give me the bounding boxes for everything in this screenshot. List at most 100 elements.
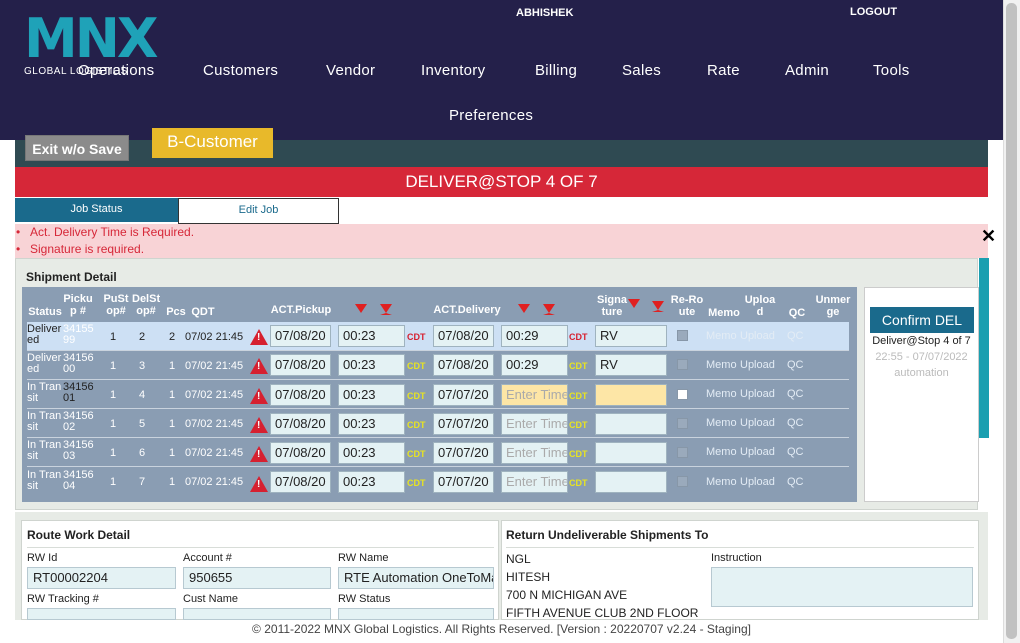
close-icon[interactable]: ✕ [981, 226, 996, 247]
upload-link[interactable]: Upload [740, 330, 775, 342]
delivery-time-input[interactable]: 00:29 [501, 325, 568, 347]
signature-input[interactable] [595, 442, 667, 464]
b-customer-button[interactable]: B-Customer [152, 128, 273, 158]
row-pcs: 1 [169, 447, 176, 459]
memo-link[interactable]: Memo [706, 446, 737, 458]
qc-link[interactable]: QC [787, 359, 804, 371]
row-pickup-number[interactable]: 34156 02 [63, 411, 97, 433]
route-work-title: Route Work Detail [27, 528, 131, 542]
warning-icon [250, 388, 268, 404]
qc-link[interactable]: QC [787, 330, 804, 342]
pickup-time-input[interactable]: 00:23 [338, 354, 405, 376]
rw-status-field[interactable] [338, 608, 494, 620]
menu-billing[interactable]: Billing [535, 62, 577, 79]
rw-id-field[interactable]: RT00002204 [27, 567, 176, 589]
pickup-timezone: CDT [407, 478, 426, 488]
exit-without-save-button[interactable]: Exit w/o Save [25, 135, 129, 161]
delivery-time-input[interactable]: 00:29 [501, 354, 568, 376]
delivery-date-input[interactable]: 07/08/20 [433, 354, 494, 376]
delivery-date-input[interactable]: 07/07/20 [433, 384, 494, 406]
menu-tools[interactable]: Tools [873, 62, 910, 79]
sort-down-icon[interactable] [355, 304, 367, 313]
memo-link[interactable]: Memo [706, 388, 737, 400]
reroute-checkbox[interactable] [677, 389, 688, 400]
menu-vendor[interactable]: Vendor [326, 62, 375, 79]
upload-link[interactable]: Upload [740, 446, 775, 458]
delivery-time-input[interactable]: Enter Time [501, 413, 568, 435]
sort-down-icon[interactable] [543, 304, 555, 315]
pickup-date-input[interactable]: 07/08/20 [270, 354, 331, 376]
upload-link[interactable]: Upload [740, 476, 775, 488]
qc-link[interactable]: QC [787, 417, 804, 429]
memo-link[interactable]: Memo [706, 359, 737, 371]
pickup-date-input[interactable]: 07/08/20 [270, 384, 331, 406]
pickup-time-input[interactable]: 00:23 [338, 471, 405, 493]
confirm-del-button[interactable]: Confirm DEL [870, 307, 974, 333]
pickup-date-input[interactable]: 07/08/20 [270, 471, 331, 493]
menu-sales[interactable]: Sales [622, 62, 661, 79]
pickup-time-input[interactable]: 00:23 [338, 442, 405, 464]
rw-tracking-field[interactable] [27, 608, 176, 620]
reroute-checkbox[interactable] [677, 359, 688, 370]
signature-input[interactable] [595, 471, 667, 493]
menu-customers[interactable]: Customers [203, 62, 278, 79]
rw-name-field[interactable]: RTE Automation OneToMany [338, 567, 494, 589]
sort-down-icon[interactable] [380, 304, 392, 315]
tab-job-status[interactable]: Job Status [15, 198, 178, 222]
delivery-date-input[interactable]: 07/07/20 [433, 471, 494, 493]
return-address-line: HITESH [506, 570, 551, 584]
account-field[interactable]: 950655 [183, 567, 331, 589]
pickup-date-input[interactable]: 07/08/20 [270, 442, 331, 464]
delivery-date-input[interactable]: 07/08/20 [433, 325, 494, 347]
menu-operations[interactable]: Operations [78, 62, 154, 79]
row-pickup-number[interactable]: 34156 01 [63, 382, 97, 404]
signature-input[interactable] [595, 413, 667, 435]
delivery-time-input[interactable]: Enter Time [501, 442, 568, 464]
delivery-time-input[interactable]: Enter Time [501, 384, 568, 406]
pickup-timezone: CDT [407, 332, 426, 342]
reroute-checkbox[interactable] [677, 447, 688, 458]
qc-link[interactable]: QC [787, 388, 804, 400]
row-divider [27, 408, 849, 409]
instruction-field[interactable] [711, 567, 973, 607]
menu-inventory[interactable]: Inventory [421, 62, 485, 79]
cust-name-field[interactable] [183, 608, 331, 620]
upload-link[interactable]: Upload [740, 388, 775, 400]
pickup-date-input[interactable]: 07/08/20 [270, 413, 331, 435]
tab-edit-job[interactable]: Edit Job [178, 198, 339, 224]
signature-input[interactable] [595, 384, 667, 406]
reroute-checkbox[interactable] [677, 476, 688, 487]
qc-link[interactable]: QC [787, 446, 804, 458]
pickup-time-input[interactable]: 00:23 [338, 413, 405, 435]
delivery-date-input[interactable]: 07/07/20 [433, 442, 494, 464]
upload-link[interactable]: Upload [740, 417, 775, 429]
page-scrollbar-thumb[interactable] [1006, 3, 1017, 639]
sort-down-icon[interactable] [628, 299, 640, 308]
row-pickup-number[interactable]: 34156 04 [63, 470, 97, 492]
sort-down-icon[interactable] [518, 304, 530, 313]
pickup-date-input[interactable]: 07/08/20 [270, 325, 331, 347]
pickup-time-input[interactable]: 00:23 [338, 384, 405, 406]
qc-link[interactable]: QC [787, 476, 804, 488]
side-scroll-indicator[interactable] [979, 258, 989, 438]
memo-link[interactable]: Memo [706, 417, 737, 429]
upload-link[interactable]: Upload [740, 359, 775, 371]
pickup-time-input[interactable]: 00:23 [338, 325, 405, 347]
menu-rate[interactable]: Rate [707, 62, 740, 79]
row-status: In Tran sit [27, 381, 62, 404]
signature-input[interactable]: RV [595, 354, 667, 376]
row-pickup-number[interactable]: 34156 03 [63, 440, 97, 462]
memo-link[interactable]: Memo [706, 330, 737, 342]
menu-preferences[interactable]: Preferences [449, 107, 533, 124]
sort-down-icon[interactable] [652, 301, 664, 312]
row-pickup-number[interactable]: 34156 00 [63, 353, 97, 375]
signature-input[interactable]: RV [595, 325, 667, 347]
delivery-time-input[interactable]: Enter Time [501, 471, 568, 493]
menu-admin[interactable]: Admin [785, 62, 829, 79]
reroute-checkbox[interactable] [677, 330, 688, 341]
memo-link[interactable]: Memo [706, 476, 737, 488]
reroute-checkbox[interactable] [677, 418, 688, 429]
logout-link[interactable]: LOGOUT [850, 6, 897, 18]
delivery-date-input[interactable]: 07/07/20 [433, 413, 494, 435]
row-pickup-number[interactable]: 34155 99 [63, 324, 97, 346]
